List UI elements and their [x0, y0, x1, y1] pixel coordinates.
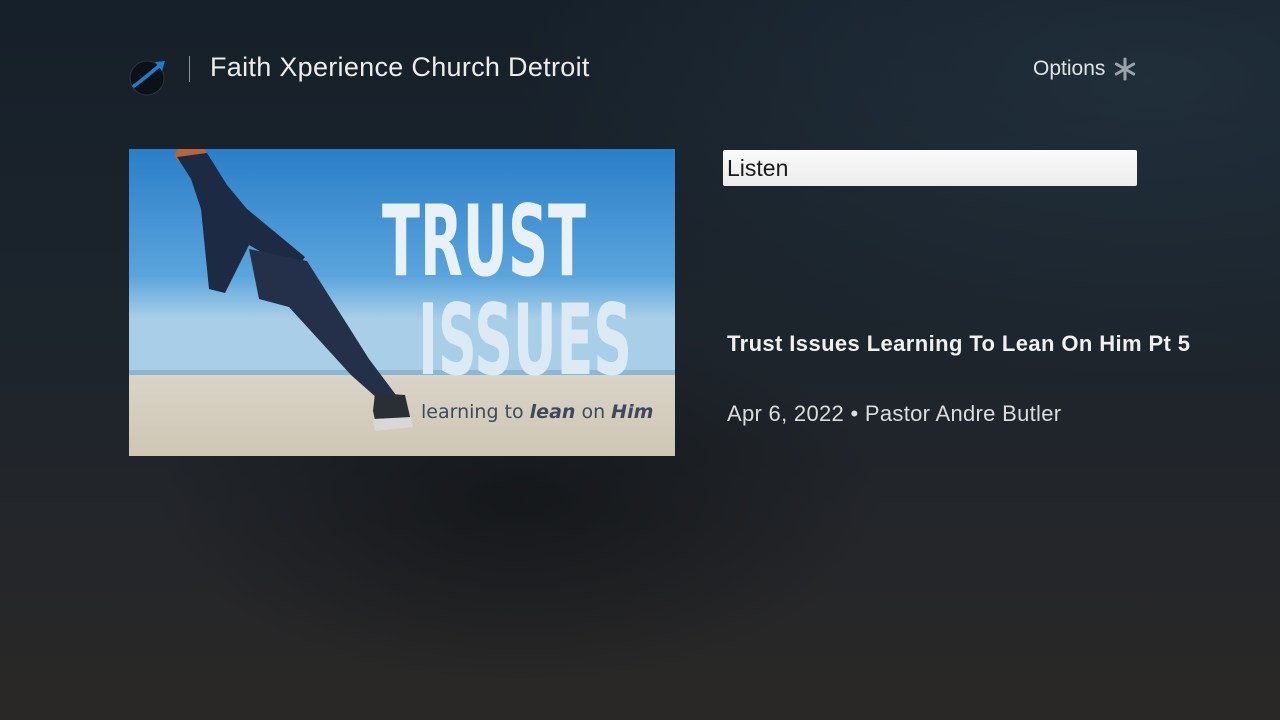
church-logo-icon [129, 56, 169, 96]
poster-title-line2: ISSUES [418, 284, 632, 398]
poster-title-line1: TRUST [382, 185, 586, 299]
listen-button[interactable]: Listen [723, 150, 1137, 186]
episode-date: Apr 6, 2022 [727, 401, 845, 426]
sermon-artwork: TRUST ISSUES learning to lean on Him [129, 149, 675, 456]
poster-tagline: learning to lean on Him [421, 401, 653, 423]
meta-separator: • [850, 401, 859, 426]
asterisk-icon [1113, 57, 1137, 81]
options-button[interactable]: Options [1033, 57, 1137, 81]
episode-title: Trust Issues Learning To Lean On Him Pt … [727, 331, 1191, 356]
options-label: Options [1033, 57, 1106, 80]
top-bar: Faith Xperience Church Detroit Options [0, 0, 1280, 120]
episode-speaker: Pastor Andre Butler [864, 401, 1062, 426]
episode-meta: Apr 6, 2022 • Pastor Andre Butler [727, 401, 1061, 427]
channel-title: Faith Xperience Church Detroit [210, 52, 590, 82]
header-divider [189, 56, 190, 82]
